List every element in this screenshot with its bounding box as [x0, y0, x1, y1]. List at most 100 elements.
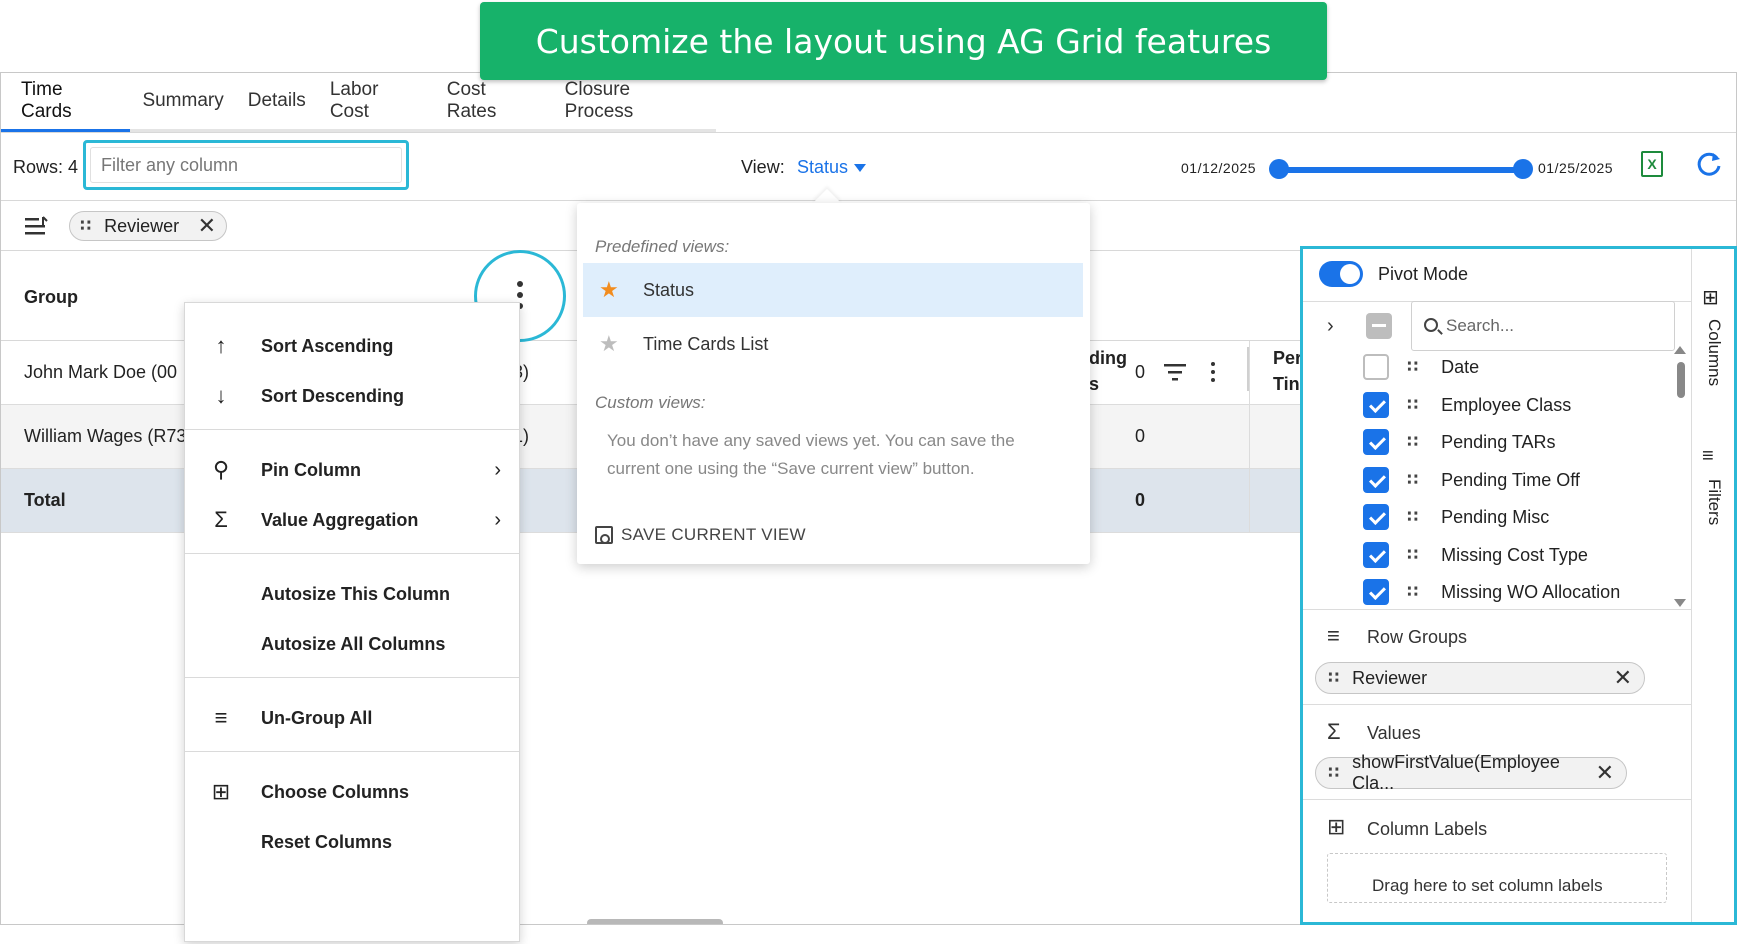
menu-autosize-this[interactable]: Autosize This Column: [185, 569, 519, 619]
horizontal-scrollbar[interactable]: [587, 919, 723, 924]
column-checkbox[interactable]: [1363, 579, 1389, 605]
column-checkbox[interactable]: [1363, 354, 1389, 380]
group-chip-label: Reviewer: [104, 215, 180, 236]
close-icon[interactable]: ✕: [1604, 665, 1632, 691]
drag-handle-icon[interactable]: ∷: [1407, 395, 1419, 415]
column-labels-title: Column Labels: [1367, 819, 1488, 839]
value-chip[interactable]: ∷ showFirstValue(Employee Cla... ✕: [1315, 752, 1627, 793]
view-label: View:: [741, 157, 785, 177]
close-icon[interactable]: ✕: [1586, 760, 1614, 786]
custom-views-title: Custom views:: [595, 393, 706, 412]
column-item-label: Missing WO Allocation: [1441, 581, 1621, 602]
cell-divider: [1249, 405, 1250, 469]
menu-label: Autosize All Columns: [261, 633, 446, 654]
menu-sort-ascending[interactable]: ↑ Sort Ascending: [185, 321, 519, 371]
arrow-down-icon: ↓: [215, 383, 227, 408]
pivot-mode-toggle[interactable]: [1319, 261, 1363, 287]
tab-time-cards[interactable]: Time Cards: [1, 73, 131, 133]
column-item-label: Missing Cost Type: [1441, 544, 1588, 565]
menu-sort-descending[interactable]: ↓ Sort Descending: [185, 371, 519, 421]
save-current-view-button[interactable]: SAVE CURRENT VIEW: [595, 525, 806, 545]
drag-handle-icon[interactable]: ∷: [1407, 357, 1419, 377]
chevron-right-icon[interactable]: ›: [1327, 315, 1334, 338]
column-list-scrollbar[interactable]: [1677, 362, 1685, 398]
column-item-missing-cost-type[interactable]: ∷ Missing Cost Type: [1363, 538, 1588, 572]
pin-icon: ⚲: [212, 457, 230, 482]
column-checkbox[interactable]: [1363, 467, 1389, 493]
excel-export-icon[interactable]: X: [1641, 151, 1663, 177]
view-selector[interactable]: Status: [797, 157, 867, 178]
menu-divider: [185, 751, 519, 752]
menu-label: Reset Columns: [261, 831, 393, 852]
cell-value: 0: [1135, 426, 1146, 446]
row-count: Rows: 4: [13, 157, 79, 177]
view-option-status[interactable]: ★ Status: [583, 263, 1083, 317]
tab-labor-cost[interactable]: Labor Cost: [318, 73, 435, 129]
date-range-start-handle[interactable]: [1269, 159, 1289, 179]
column-item-label: Date: [1441, 356, 1480, 377]
row-group-chip[interactable]: ∷ Reviewer ✕: [1315, 662, 1645, 694]
menu-choose-columns[interactable]: ⊞ Choose Columns: [185, 767, 519, 817]
refresh-icon[interactable]: [1695, 150, 1723, 178]
filter-input[interactable]: [90, 147, 402, 183]
date-range-track[interactable]: [1279, 167, 1523, 173]
column-checkbox[interactable]: [1363, 392, 1389, 418]
drag-handle-icon[interactable]: ∷: [1328, 763, 1340, 783]
column-item-employee-class[interactable]: ∷ Employee Class: [1363, 388, 1571, 422]
column-checkbox[interactable]: [1363, 429, 1389, 455]
drag-handle-icon[interactable]: ∷: [1407, 582, 1419, 602]
column-checkbox[interactable]: [1363, 542, 1389, 568]
tab-closure-process[interactable]: Closure Process: [553, 73, 716, 129]
drag-handle-icon[interactable]: ∷: [1407, 470, 1419, 490]
menu-reset-columns[interactable]: Reset Columns: [185, 817, 519, 867]
drag-handle-icon[interactable]: ∷: [1407, 507, 1419, 527]
tab-columns-label: Columns: [1705, 319, 1724, 387]
values-title: Values: [1367, 723, 1421, 743]
header-group[interactable]: Group: [24, 287, 78, 308]
tool-panel: Pivot Mode › ∷ Date ∷ Employee Class ∷ P…: [1300, 246, 1737, 925]
panel-divider: [1303, 799, 1691, 800]
column-menu: ↑ Sort Ascending ↓ Sort Descending ⚲ Pin…: [184, 302, 520, 942]
column-checkbox[interactable]: [1363, 504, 1389, 530]
drag-handle-icon[interactable]: ∷: [1328, 668, 1340, 688]
panel-divider: [1303, 609, 1691, 610]
drag-handle-icon[interactable]: ∷: [1407, 432, 1419, 452]
column-item-label: Pending Time Off: [1441, 469, 1580, 490]
menu-divider: [185, 677, 519, 678]
menu-ungroup-all[interactable]: ≡ Un-Group All: [185, 693, 519, 743]
save-current-view-label: SAVE CURRENT VIEW: [621, 525, 806, 544]
column-item-pending-time-off[interactable]: ∷ Pending Time Off: [1363, 463, 1580, 497]
date-range-end-handle[interactable]: [1513, 159, 1533, 179]
drag-handle-icon[interactable]: ∷: [1407, 545, 1419, 565]
scroll-up-icon[interactable]: [1674, 346, 1686, 354]
menu-pin-column[interactable]: ⚲ Pin Column ›: [185, 445, 519, 495]
cell-divider: [1249, 341, 1250, 405]
drag-handle-icon[interactable]: ∷: [80, 216, 92, 236]
column-item-missing-wo-allocation[interactable]: ∷ Missing WO Allocation: [1363, 575, 1620, 609]
column-item-label: Pending Misc: [1441, 506, 1550, 527]
feature-banner: Customize the layout using AG Grid featu…: [480, 2, 1327, 80]
tab-summary[interactable]: Summary: [130, 73, 235, 129]
view-selector-value: Status: [797, 157, 849, 177]
column-item-pending-tars[interactable]: ∷ Pending TARs: [1363, 425, 1556, 459]
menu-autosize-all[interactable]: Autosize All Columns: [185, 619, 519, 669]
view-option-time-cards-list[interactable]: ★ Time Cards List: [583, 317, 1083, 371]
column-item-pending-misc[interactable]: ∷ Pending Misc: [1363, 500, 1549, 534]
menu-label: Sort Ascending: [261, 335, 394, 356]
save-icon: [595, 526, 613, 544]
columns-icon: ⊞: [211, 779, 231, 804]
column-search-input[interactable]: [1446, 314, 1666, 338]
close-icon[interactable]: ✕: [188, 213, 216, 239]
tab-cost-rates[interactable]: Cost Rates: [435, 73, 553, 129]
quick-filter: [83, 140, 409, 190]
tab-details[interactable]: Details: [236, 73, 318, 129]
scroll-down-icon[interactable]: [1674, 599, 1686, 607]
cell-group: John Mark Doe (00: [24, 362, 178, 382]
menu-value-aggregation[interactable]: Σ Value Aggregation ›: [185, 495, 519, 545]
column-labels-drop-zone[interactable]: Drag here to set column labels: [1327, 853, 1667, 903]
menu-label: Autosize This Column: [261, 583, 450, 604]
group-chip-reviewer[interactable]: ∷ Reviewer ✕: [69, 211, 227, 241]
row-group-chip-label: Reviewer: [1352, 667, 1428, 688]
column-item-date[interactable]: ∷ Date: [1363, 350, 1479, 384]
select-all-checkbox[interactable]: [1366, 313, 1392, 339]
